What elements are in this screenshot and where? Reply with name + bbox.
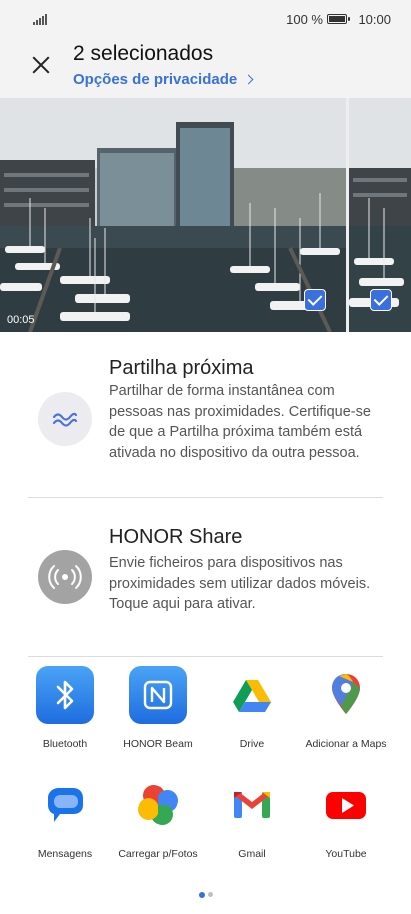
option-title: Partilha próxima [109, 357, 254, 379]
privacy-options-label: Opções de privacidade [73, 71, 238, 88]
maps-icon [317, 666, 375, 724]
page-indicator [0, 892, 411, 898]
share-header: 2 selecionados Opções de privacidade [0, 38, 411, 98]
battery-icon [327, 14, 350, 24]
signal-icon [33, 13, 47, 25]
option-description: Envie ficheiros para dispositivos nas pr… [109, 555, 371, 612]
drive-icon [223, 666, 281, 724]
app-photos[interactable]: Carregar p/Fotos [108, 776, 208, 860]
messages-icon [36, 776, 94, 834]
nearby-share-option[interactable]: Partilha próxima Partilhar de forma inst… [0, 340, 411, 495]
app-label: Gmail [238, 848, 266, 860]
page-dot-active [199, 892, 205, 898]
app-gmail[interactable]: Gmail [202, 776, 302, 860]
harbor-photo [0, 98, 346, 332]
clock: 10:00 [358, 12, 391, 27]
bluetooth-icon [36, 666, 94, 724]
app-label: Adicionar a Maps [305, 738, 387, 750]
nearby-share-icon [38, 392, 92, 446]
app-label: Mensagens [37, 848, 93, 860]
media-thumbnail[interactable]: 00:05 [0, 98, 346, 332]
app-label: Drive [239, 738, 265, 750]
battery-percent: 100 % [286, 12, 323, 27]
gmail-icon [223, 776, 281, 834]
video-duration: 00:05 [7, 314, 35, 326]
close-icon[interactable] [26, 50, 56, 80]
selected-media-strip: 00:05 [0, 98, 411, 332]
media-thumbnail[interactable] [349, 98, 411, 332]
honor-share-icon [38, 550, 92, 604]
app-maps[interactable]: Adicionar a Maps [296, 666, 396, 750]
divider [28, 497, 383, 498]
page-dot [208, 892, 213, 897]
app-bluetooth[interactable]: Bluetooth [15, 666, 115, 750]
page-title: 2 selecionados [73, 42, 214, 65]
app-drive[interactable]: Drive [202, 666, 302, 750]
status-bar: 100 % 10:00 [0, 0, 411, 38]
app-label: Carregar p/Fotos [118, 848, 198, 860]
app-honor-beam[interactable]: HONOR Beam [108, 666, 208, 750]
app-youtube[interactable]: YouTube [296, 776, 396, 860]
nfc-icon [129, 666, 187, 724]
honor-share-option[interactable]: HONOR Share Envie ficheiros para disposi… [0, 510, 411, 650]
option-description: Partilhar de forma instantânea com pesso… [109, 383, 371, 461]
privacy-options-link[interactable]: Opções de privacidade [73, 71, 254, 88]
option-title: HONOR Share [109, 526, 243, 548]
chevron-right-icon [243, 74, 254, 85]
photos-icon [129, 776, 187, 834]
app-label: Bluetooth [42, 738, 88, 750]
app-label: YouTube [325, 848, 367, 860]
selected-checkbox[interactable] [370, 289, 392, 311]
selected-checkbox[interactable] [304, 289, 326, 311]
youtube-icon [317, 776, 375, 834]
app-messages[interactable]: Mensagens [15, 776, 115, 860]
divider [28, 656, 383, 657]
app-label: HONOR Beam [123, 738, 193, 750]
